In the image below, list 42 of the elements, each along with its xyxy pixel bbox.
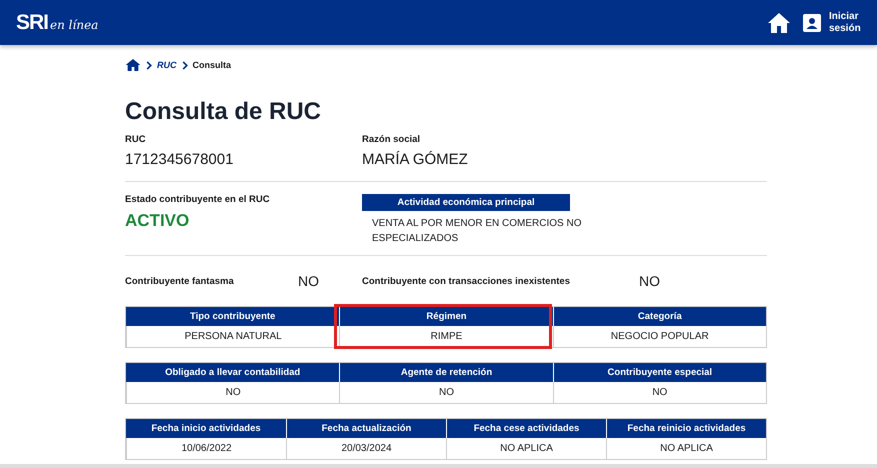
field-label: Contribuyente con transacciones inexistentes — [362, 276, 572, 286]
column-header: Categoría — [552, 307, 766, 326]
chevron-icon — [146, 60, 152, 70]
section-header: Actividad económica principal — [362, 194, 570, 211]
field-label: Contribuyente fantasma — [125, 276, 235, 286]
field-label: RUC — [125, 134, 147, 145]
table-cell: NO — [552, 382, 766, 403]
column-header: Agente de retención — [339, 363, 553, 382]
column-header: Régimen — [339, 307, 553, 326]
column-header: Fecha cese actividades — [446, 419, 606, 438]
table-cell: NEGOCIO POPULAR — [552, 326, 766, 347]
breadcrumb-link[interactable]: RUC — [157, 60, 176, 70]
breadcrumb-current: Consulta — [192, 60, 232, 70]
page-title: Consulta de RUC — [125, 98, 322, 126]
table-cell: RIMPE — [339, 326, 553, 347]
field-value: NO — [298, 273, 319, 289]
table-cell: NO APLICA — [446, 438, 606, 459]
column-header: Fecha actualización — [286, 419, 446, 438]
field-label: Estado contribuyente en el RUC — [125, 194, 271, 205]
field-label: Razón social — [362, 134, 422, 145]
table-cell: 10/06/2022 — [126, 438, 286, 459]
column-header: Fecha reinicio actividades — [606, 419, 766, 438]
logo[interactable]: SRI en línea — [16, 10, 98, 34]
login-button[interactable]: Iniciar sesión — [803, 10, 863, 34]
status-value: ACTIVO — [125, 211, 190, 231]
field-value: VENTA AL POR MENOR EN COMERCIOS NO ESPECIALIZADOS — [371, 217, 582, 246]
chevron-icon — [182, 60, 188, 70]
column-header: Contribuyente especial — [552, 363, 766, 382]
table-cell: 20/03/2024 — [286, 438, 446, 459]
table-cell: PERSONA NATURAL — [126, 326, 340, 347]
field-value: NO — [639, 273, 660, 289]
column-header: Tipo contribuyente — [126, 307, 340, 326]
table-cell: NO APLICA — [606, 438, 766, 459]
column-header: Obligado a llevar contabilidad — [126, 363, 340, 382]
field-value: 1712345678001 — [125, 151, 234, 168]
user-icon — [803, 14, 821, 32]
home-icon[interactable] — [125, 58, 141, 72]
table-cell: NO — [339, 382, 553, 403]
column-header: Fecha inicio actividades — [126, 419, 286, 438]
table-cell: NO — [126, 382, 340, 403]
field-value: MARÍA GÓMEZ — [362, 151, 469, 168]
home-icon[interactable] — [767, 12, 791, 34]
